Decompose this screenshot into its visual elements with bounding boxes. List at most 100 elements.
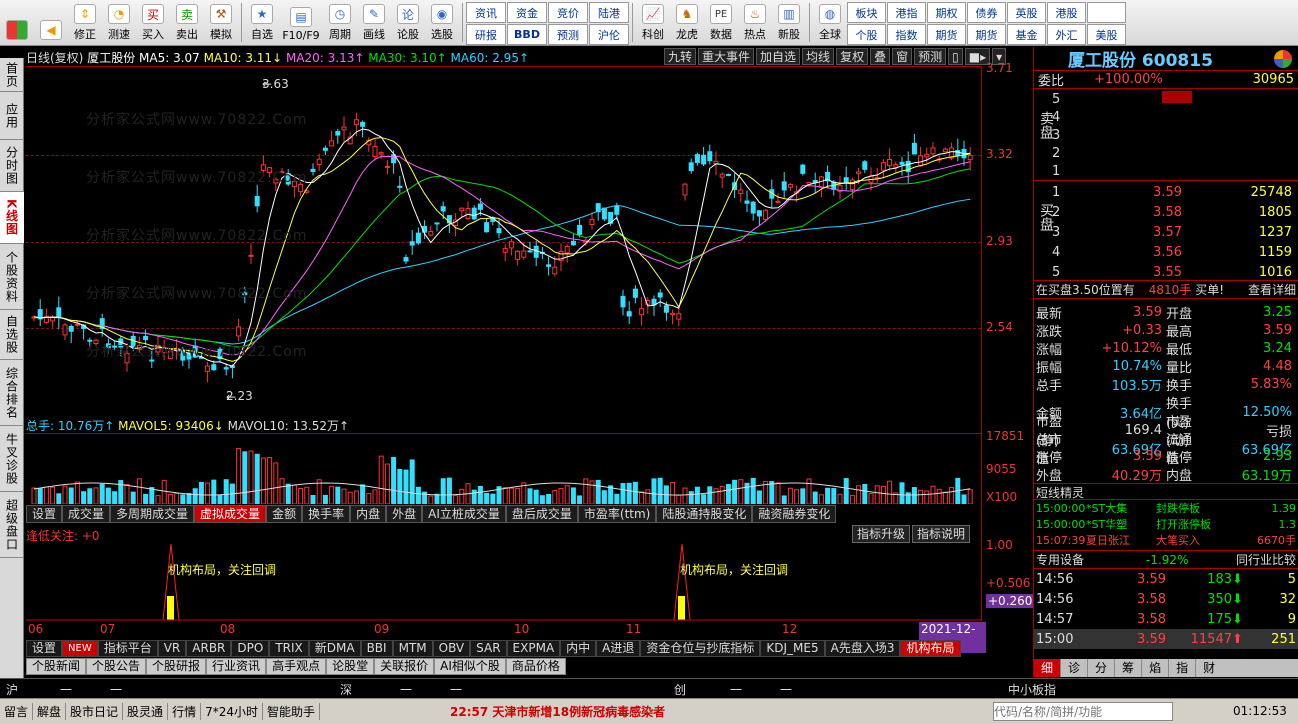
news-tab-related[interactable]: 关联报价 <box>374 658 435 675</box>
industry-name[interactable]: 专用设备 <box>1036 551 1084 568</box>
indicator-chart[interactable]: 机构布局，关注回调 机构布局，关注回调 <box>26 543 981 621</box>
indicator-inner[interactable]: 内中 <box>560 640 597 657</box>
side-tab-watchlist[interactable]: 自选股 <box>0 310 24 360</box>
tab-virtual-volume[interactable]: 虚拟成交量 <box>194 505 267 523</box>
tab-settings[interactable]: 设置 <box>26 505 63 523</box>
status-stock-link[interactable]: 股灵通 <box>123 703 169 720</box>
link-hk-indices[interactable]: 港指 <box>887 2 926 23</box>
back-button[interactable]: ◀ <box>34 0 68 45</box>
link-options[interactable]: 期权 <box>927 2 966 23</box>
buy-level-row[interactable]: 3 3.57 1237 <box>1052 223 1292 243</box>
tool-lock-icon[interactable]: ▯ <box>948 48 963 65</box>
indicator-fund-position[interactable]: 资金仓位与抄底指标 <box>640 640 761 657</box>
link-uk-stocks[interactable]: 英股 <box>1007 2 1046 23</box>
news-tab-announcements[interactable]: 个股公告 <box>86 658 147 675</box>
news-tab-forum[interactable]: 论股堂 <box>326 658 375 675</box>
link-futures[interactable]: 期货 <box>927 24 966 45</box>
indicator-sar[interactable]: SAR <box>470 640 507 657</box>
tab-multi-period-volume[interactable]: 多周期成交量 <box>110 505 195 523</box>
simulate-button[interactable]: ⚒ 模拟 <box>204 0 238 45</box>
indicator-arbr[interactable]: ARBR <box>186 640 232 657</box>
queue-detail-link[interactable]: 查看详细 <box>1248 281 1296 298</box>
app-logo-button[interactable] <box>0 0 34 45</box>
screener-button[interactable]: ◉ 选股 <box>425 0 459 45</box>
hotspot-button[interactable]: ♨ 热点 <box>738 0 772 45</box>
indicator-vr[interactable]: VR <box>157 640 187 657</box>
ipo-button[interactable]: ▥ 新股 <box>772 0 806 45</box>
tool-overlay[interactable]: 叠 <box>870 48 891 65</box>
tab-index[interactable]: 指 <box>1168 659 1195 677</box>
dragon-tiger-button[interactable]: ♞ 龙虎 <box>670 0 704 45</box>
indicator-obv[interactable]: OBV <box>432 640 471 657</box>
indicator-dpo[interactable]: DPO <box>231 640 270 657</box>
brief-title[interactable]: 短线精灵 <box>1034 484 1298 500</box>
tab-margin[interactable]: 融资融券变化 <box>752 505 837 523</box>
status-analysis[interactable]: 解盘 <box>33 703 67 720</box>
index-sz[interactable]: 深 <box>340 681 352 698</box>
indicator-kdj-me5[interactable]: KDJ_ME5 <box>760 640 825 657</box>
status-quotes[interactable]: 行情 <box>168 703 202 720</box>
tab-chips[interactable]: 筹 <box>1114 659 1141 677</box>
link-us-stocks[interactable]: 美股 <box>1087 24 1126 45</box>
buy-level-row[interactable]: 2 3.58 1805 <box>1052 203 1292 223</box>
tab-outer[interactable]: 外盘 <box>386 505 423 523</box>
link-bbd[interactable]: BBD <box>507 24 547 45</box>
tab-flame[interactable]: 焰 <box>1141 659 1168 677</box>
news-tab-industry[interactable]: 行业资讯 <box>206 658 267 675</box>
volume-chart[interactable] <box>26 433 981 505</box>
tab-price-dist[interactable]: 分 <box>1087 659 1114 677</box>
link-funds[interactable]: 资金 <box>507 2 547 23</box>
tab-amount[interactable]: 金额 <box>266 505 303 523</box>
tab-connect-holdings[interactable]: 陆股通持股变化 <box>656 505 753 523</box>
status-diary[interactable]: 股市日记 <box>66 703 124 720</box>
link-forecast[interactable]: 预测 <box>548 24 588 45</box>
indicator-bbi[interactable]: BBI <box>360 640 393 657</box>
indicator-new-dma[interactable]: 新DMA <box>308 640 361 657</box>
star-market-button[interactable]: 📈 科创 <box>636 0 670 45</box>
discuss-button[interactable]: 论论股 <box>391 0 425 45</box>
kline-chart[interactable]: ← ← 3.63 2.23 分析家公式网www.70822.Com 分析家公式网w… <box>26 66 981 411</box>
link-hk-connect[interactable]: 陆港 <box>589 2 629 23</box>
tab-volume[interactable]: 成交量 <box>62 505 111 523</box>
tool-forecast[interactable]: 预测 <box>914 48 947 65</box>
side-tab-diagnose[interactable]: 牛叉诊股 <box>0 426 24 492</box>
status-24h[interactable]: 7*24小时 <box>201 703 263 720</box>
index-sh[interactable]: 沪 <box>6 681 18 698</box>
news-ticker[interactable]: 22:57 天津市新增18例新冠病毒感染者 <box>450 703 665 720</box>
link-hk-stocks[interactable]: 港股 <box>1047 2 1086 23</box>
tab-finance[interactable]: 财 <box>1195 659 1222 677</box>
side-tab-ranking[interactable]: 综合排名 <box>0 360 24 426</box>
side-tab-super-book[interactable]: 超级盘口 <box>0 492 24 558</box>
color-wheel-icon[interactable] <box>1274 49 1292 68</box>
link-bonds[interactable]: 债券 <box>967 2 1006 23</box>
news-tab-ai-similar[interactable]: AI相似个股 <box>434 658 506 675</box>
indicator-mtm[interactable]: MTM <box>392 640 433 657</box>
industry-compare-link[interactable]: 同行业比较 <box>1236 551 1296 568</box>
news-tab-stock-news[interactable]: 个股新闻 <box>26 658 87 675</box>
buy-level-row[interactable]: 5 3.55 1016 <box>1052 263 1292 283</box>
tool-major-events[interactable]: 重大事件 <box>698 48 755 65</box>
side-tab-kline[interactable]: K线图 <box>0 192 24 244</box>
indicator-a-inout[interactable]: A进退 <box>596 640 641 657</box>
tool-add-watchlist[interactable]: 加自选 <box>756 48 801 65</box>
brief-item[interactable]: 15:07:39 夏日张江 大笔买入 6670手 <box>1036 533 1296 549</box>
indicator-expma[interactable]: EXPMA <box>506 640 561 657</box>
link-forex[interactable]: 外汇 <box>1047 24 1086 45</box>
side-tab-home[interactable]: 首页 <box>0 58 24 92</box>
news-tab-research[interactable]: 个股研报 <box>146 658 207 675</box>
indicator-help-button[interactable]: 指标说明 <box>912 525 971 543</box>
tool-adjust[interactable]: 复权 <box>836 48 869 65</box>
tool-ma[interactable]: 均线 <box>802 48 835 65</box>
watchlist-button[interactable]: ★ 自选 <box>245 0 279 45</box>
draw-button[interactable]: ✎ 画线 <box>357 0 391 45</box>
indicator-trix[interactable]: TRIX <box>269 640 309 657</box>
f10-button[interactable]: ▤ F10/F9 <box>279 0 323 45</box>
tab-diagnose[interactable]: 诊 <box>1060 659 1087 677</box>
period-button[interactable]: ◷ 周期 <box>323 0 357 45</box>
link-futures-2[interactable]: 期货 <box>967 24 1006 45</box>
side-tab-intraday[interactable]: 分时图 <box>0 140 24 192</box>
side-tab-profile[interactable]: 个股资料 <box>0 244 24 310</box>
tab-turnover[interactable]: 换手率 <box>302 505 351 523</box>
collapse-arrow-icon[interactable] <box>1162 91 1192 103</box>
indicator-a-entry[interactable]: A先盘入场3 <box>824 640 901 657</box>
